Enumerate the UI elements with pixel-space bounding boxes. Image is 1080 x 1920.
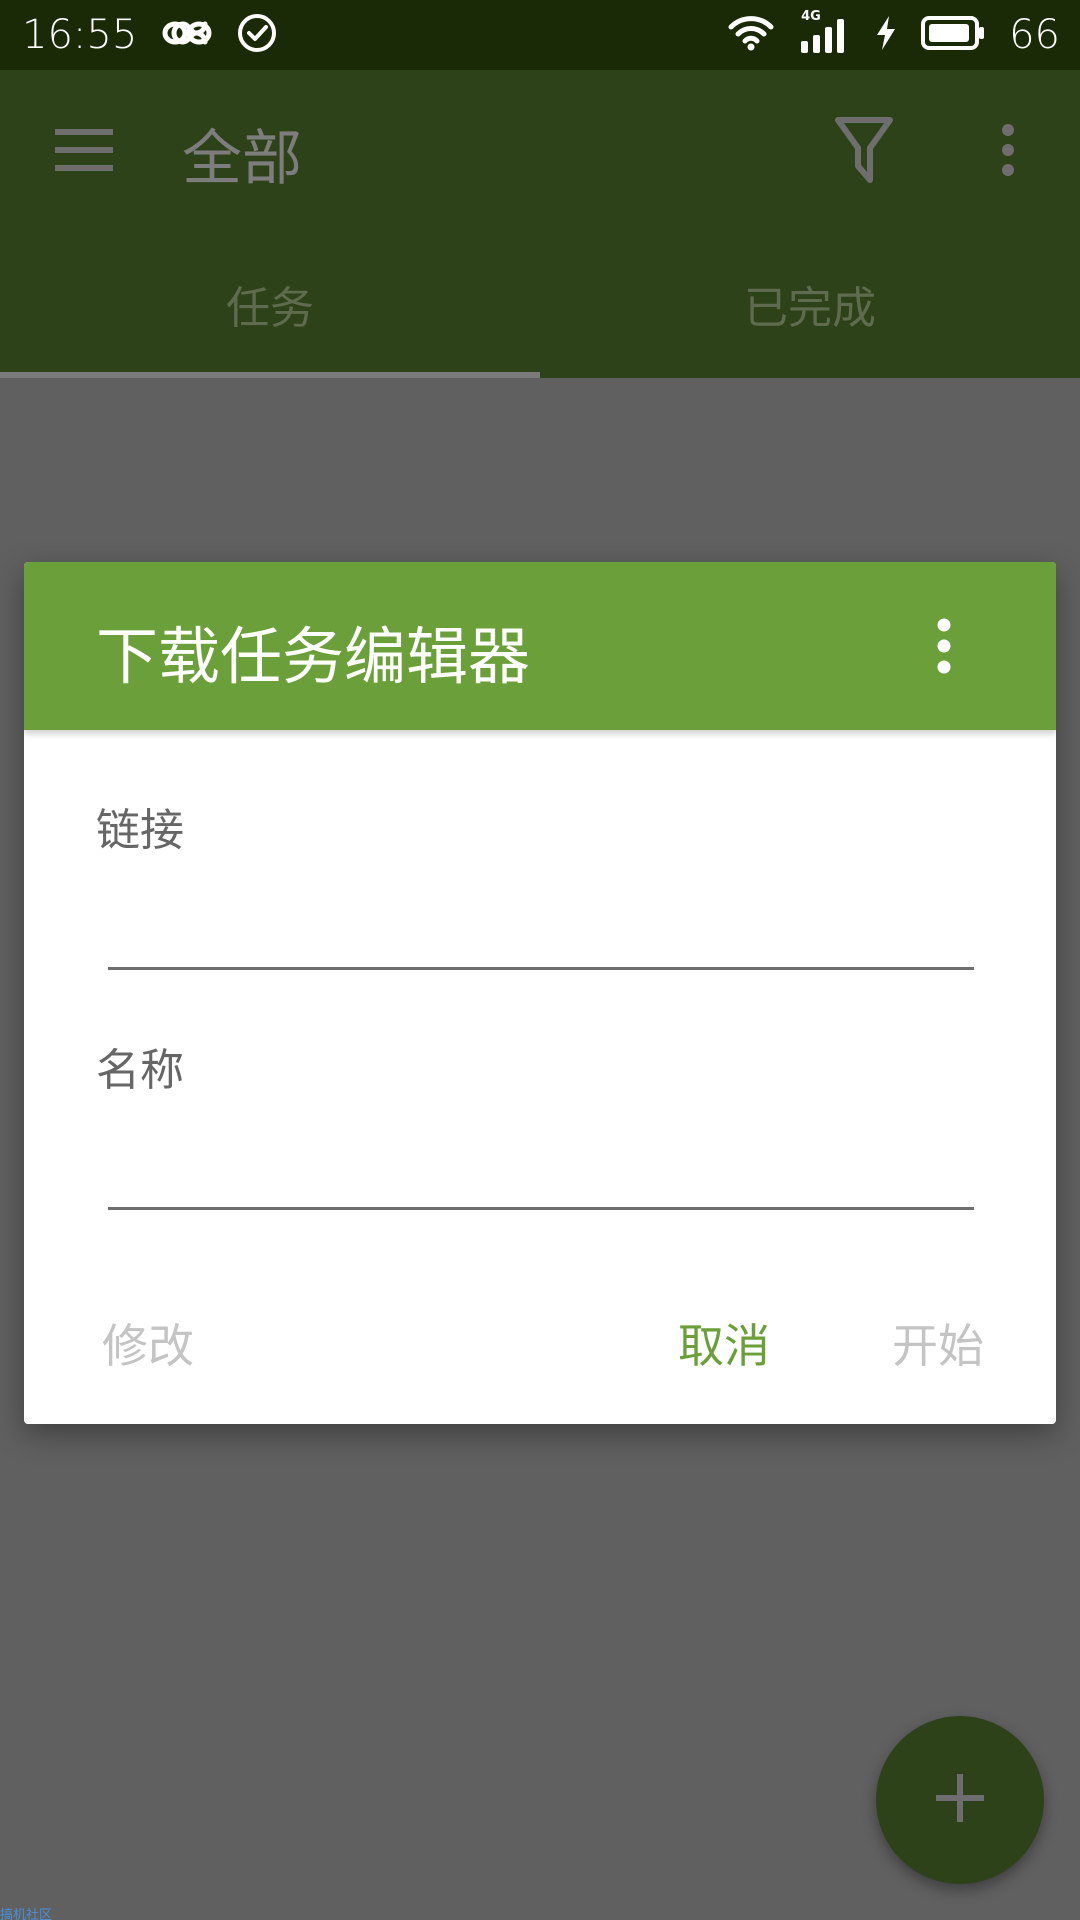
tab-completed[interactable]: 已完成: [540, 230, 1080, 378]
more-vert-icon[interactable]: [995, 122, 1021, 178]
dialog-more-vert-icon[interactable]: [932, 617, 956, 675]
add-task-fab[interactable]: [876, 1716, 1044, 1884]
dialog-header: 下载任务编辑器: [24, 562, 1056, 730]
status-time: 16:55: [22, 12, 138, 58]
tab-tasks[interactable]: 任务: [0, 230, 540, 378]
modify-button[interactable]: 修改: [102, 1310, 194, 1376]
name-label: 名称: [96, 1045, 184, 1096]
plus-icon: [934, 1772, 986, 1828]
page-title: 全部: [182, 124, 302, 194]
link-label: 链接: [96, 805, 184, 856]
status-left: 16:55: [22, 12, 277, 58]
app-bar: 全部 任务 已完成: [0, 70, 1080, 378]
infinity-icon: [161, 18, 213, 52]
dialog-title: 下载任务编辑器: [96, 620, 531, 693]
battery-icon: [921, 15, 985, 55]
signal-icon: 4G: [799, 9, 851, 55]
status-right: 4G 66: [727, 9, 1060, 58]
watermark: 搞机社区: [0, 1908, 53, 1920]
status-bar: 16:55 4G 66: [0, 0, 1080, 70]
charging-icon: [875, 15, 897, 55]
wifi-icon: [727, 13, 775, 57]
tab-indicator: [0, 372, 540, 378]
tab-completed-label: 已完成: [744, 283, 876, 334]
tab-bar: 任务 已完成: [0, 230, 1080, 378]
toolbar: 全部: [0, 70, 1080, 230]
check-circle-icon: [237, 13, 277, 57]
link-input[interactable]: [108, 900, 974, 970]
filter-icon[interactable]: [834, 116, 894, 184]
cancel-button[interactable]: 取消: [678, 1310, 770, 1376]
tab-tasks-label: 任务: [226, 283, 314, 334]
menu-icon[interactable]: [55, 127, 113, 173]
download-task-editor-dialog: 下载任务编辑器 链接 名称 修改 取消 开始: [24, 562, 1056, 1424]
name-input[interactable]: [108, 1140, 974, 1210]
battery-level: 66: [1009, 12, 1060, 58]
start-button[interactable]: 开始: [892, 1310, 984, 1376]
